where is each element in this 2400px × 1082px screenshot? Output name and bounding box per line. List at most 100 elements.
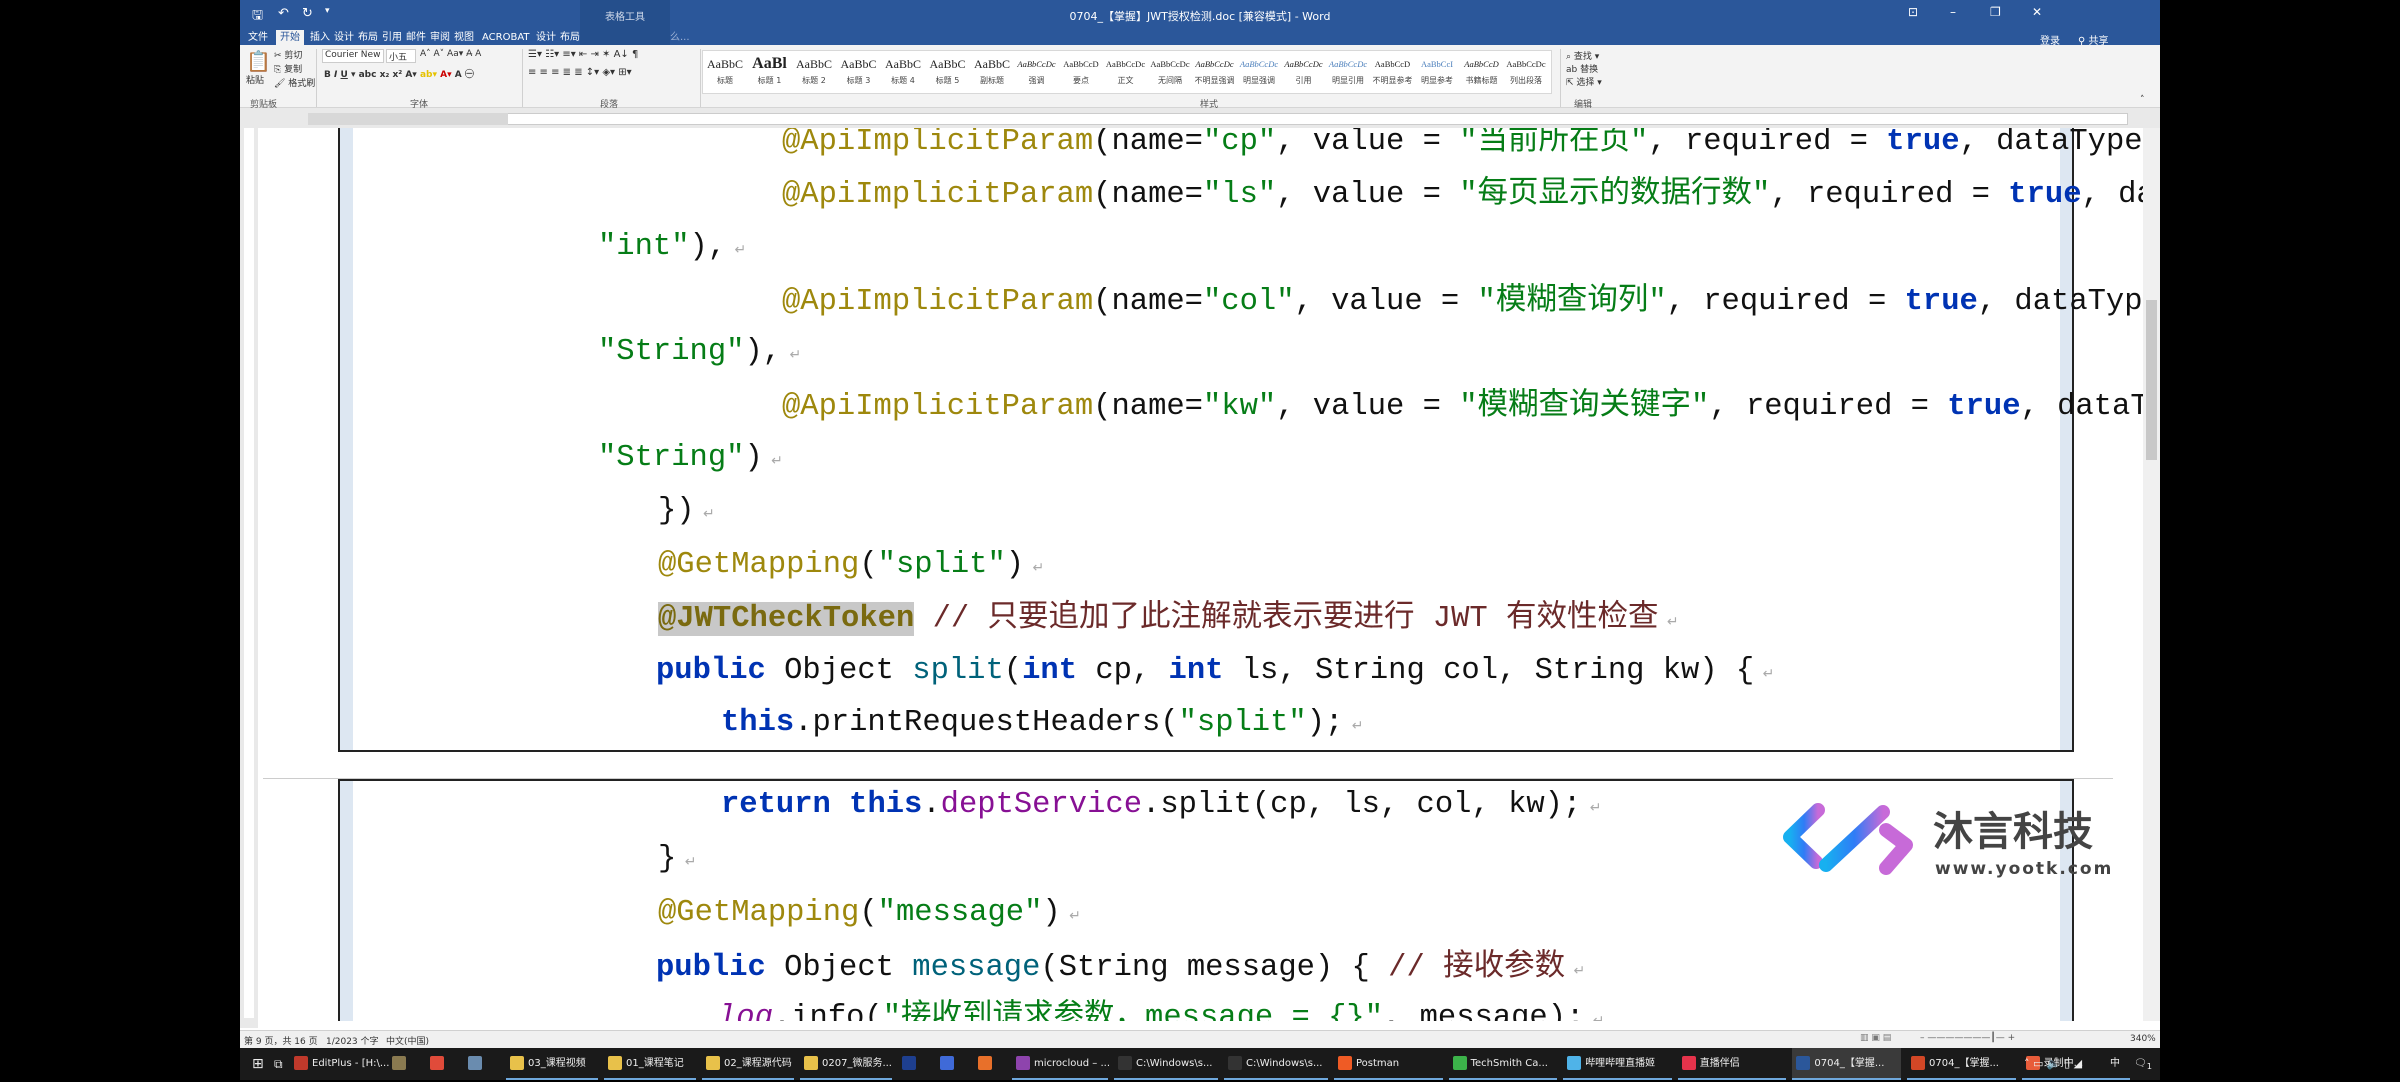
code-line: this.printRequestHeaders("split"); ↵ [721,703,1363,747]
code-token: "kw" [1202,390,1277,424]
taskbar-item[interactable]: TechSmith Ca... [1448,1048,1558,1080]
system-tray-icons[interactable]: ˄ ▭ 🔈 ▯ ◢ [2020,1048,2082,1080]
style-item[interactable]: AaBbC 标题 5 [926,53,970,86]
style-item[interactable]: AaBbCcDc 正文 [1104,53,1148,86]
paste-icon[interactable]: 📋 [246,49,271,73]
tab-9[interactable]: ACROBAT [478,30,534,45]
taskbar-item[interactable]: Postman [1334,1048,1443,1080]
taskbar-item[interactable]: 直播伴侣 [1677,1048,1787,1080]
ribbon: 📋 粘贴 ✂ 剪切 ⎘ 复制 🖌 格式刷 剪贴板 Courier New 小五 … [240,45,2160,110]
page-count[interactable]: 第 9 页，共 16 页 [244,1034,318,1047]
taskbar-label: EditPlus - [H:\... [312,1058,390,1069]
style-item[interactable]: AaBbCcDc 不明显强调 [1193,53,1237,86]
ime-indicator[interactable]: 中 [2106,1048,2120,1080]
document-canvas[interactable]: @ApiImplicitParam(name="cp", value = "当前… [258,128,2143,1021]
taskbar-label: 0207_微服务... [822,1058,892,1069]
app-icon [510,1056,524,1070]
style-item[interactable]: AaBbCcDc 明显引用 [1326,53,1370,86]
taskbar-item[interactable] [388,1048,420,1080]
select-button[interactable]: ⇱ 选择 ▾ [1566,75,1602,88]
app-icon [1681,1056,1696,1070]
watermark-url: www.yootk.com [1935,859,2113,879]
taskbar-item[interactable] [426,1048,458,1080]
code-token: log [718,1001,773,1021]
font-name-select[interactable]: Courier New [322,49,384,63]
list-buttons[interactable]: ☰▾ ☷▾ ≡▾ ⇤ ⇥ ✶ A↓ ¶ [528,49,638,60]
task-view-button[interactable]: ⧉ [270,1048,283,1080]
taskbar-item[interactable]: 哔哩哔哩直播姬 [1563,1048,1672,1080]
style-item[interactable]: AaBbCcDc 强调 [1015,53,1059,86]
language[interactable]: 中文(中国) [386,1034,429,1047]
tab-8[interactable]: 视图 [450,30,478,45]
paragraph-mark: ↵ [1584,1014,1605,1021]
view-buttons[interactable]: ▥ ▣ ▤ [1860,1033,1891,1043]
style-item[interactable]: AaBbC 标题 4 [881,53,925,86]
taskbar-item[interactable]: 03_课程视频 [506,1048,598,1080]
font-size-controls[interactable]: A˄ A˅ Aa▾ A̶ A [420,49,481,59]
taskbar-item[interactable]: 02_课程源代码 [702,1048,794,1080]
code-token: , value = [1276,128,1460,159]
code-token: return [721,788,831,822]
code-token: , dataType = [1977,285,2143,319]
notification-center[interactable]: 🗨1 [2130,1048,2152,1080]
style-item[interactable]: AaBbC 副标题 [970,53,1014,86]
taskbar-item[interactable] [898,1048,930,1080]
font-format-buttons[interactable]: B I U ▾ abc x₂ x² A▾ ab▾ A▾ A ㊀ [324,67,474,80]
style-item[interactable]: AaBbCcDc 无间隔 [1148,53,1192,86]
style-item[interactable]: AaBbCcD 要点 [1059,53,1103,86]
start-button[interactable]: ⊞ [248,1048,264,1080]
zoom-slider[interactable]: – ———————┃— + [1920,1033,2015,1043]
code-line: @ApiImplicitParam(name="kw", value = "模糊… [782,387,2143,431]
style-item[interactable]: AaBbC 标题 [703,53,747,86]
style-preview: AaBl [752,55,787,72]
style-item[interactable]: AaBbCcDc 列出段落 [1504,53,1548,86]
style-preview: AaBbC [840,57,877,71]
taskbar-item[interactable]: C:\Windows\s... [1114,1048,1218,1080]
taskbar-item[interactable]: 0207_微服务... [800,1048,892,1080]
taskbar-item[interactable]: C:\Windows\s... [1224,1048,1328,1080]
code-token: } [658,842,677,876]
code-token: }) [658,494,695,528]
alignment-buttons[interactable]: ≡ ≡ ≡ ≣ ≣ ↕▾ ◈▾ ⊞▾ [528,67,632,78]
tab-1[interactable]: 开始 [276,30,304,45]
style-preview: AaBbCcI [1420,59,1454,69]
zoom-level[interactable]: 340% [2130,1034,2156,1044]
style-item[interactable]: AaBbC 标题 2 [792,53,836,86]
paragraph-mark: ↵ [676,855,697,871]
code-token: "当前所在页" [1459,128,1649,159]
find-button[interactable]: ⌕ 查找 ▾ [1566,49,1599,62]
replace-button[interactable]: ab 替换 [1566,62,1598,75]
close-button[interactable]: ✕ [2032,5,2042,19]
style-item[interactable]: AaBbCcD 书籍标题 [1460,53,1504,86]
paste-button[interactable]: 粘贴 [246,73,264,86]
taskbar-item[interactable]: EditPlus - [H:\... [290,1048,389,1080]
style-item[interactable]: AaBbCcI 明显参考 [1415,53,1459,86]
style-item[interactable]: AaBbCcDc 引用 [1282,53,1326,86]
taskbar-item[interactable] [936,1048,968,1080]
code-token: true [2008,178,2082,212]
minimize-button[interactable]: – [1950,5,1956,19]
taskbar-item[interactable]: 01_课程笔记 [604,1048,696,1080]
format-painter-button[interactable]: 🖌 格式刷 [274,76,315,89]
collapse-ribbon-icon[interactable]: ˄ [2140,95,2145,105]
taskbar-item[interactable]: 0704_【掌握... [1792,1048,1901,1080]
taskbar-item[interactable]: microcloud – ... [1012,1048,1110,1080]
scrollbar-thumb[interactable] [2146,300,2157,460]
vertical-scrollbar[interactable] [2143,128,2160,1021]
taskbar-item[interactable]: 0704_【掌握... [1907,1048,2016,1080]
copy-button[interactable]: ⎘ 复制 [274,62,302,75]
word-count[interactable]: 1/2023 个字 [326,1034,379,1047]
font-size-select[interactable]: 小五 [386,49,416,63]
style-item[interactable]: AaBbC 标题 3 [837,53,881,86]
ribbon-display-icon[interactable]: ⊡ [1908,5,1918,19]
style-item[interactable]: AaBl 标题 1 [748,53,792,86]
code-token: @JWTCheckToken [658,602,915,636]
tab-0[interactable]: 文件 [244,30,272,45]
taskbar-item[interactable] [464,1048,500,1080]
cut-button[interactable]: ✂ 剪切 [274,48,302,61]
taskbar-item[interactable] [974,1048,1006,1080]
code-token: @GetMapping [658,548,860,582]
style-item[interactable]: AaBbCcD 不明显参考 [1371,53,1415,86]
style-item[interactable]: AaBbCcDc 明显强调 [1237,53,1281,86]
restore-button[interactable]: ❐ [1990,5,2001,19]
